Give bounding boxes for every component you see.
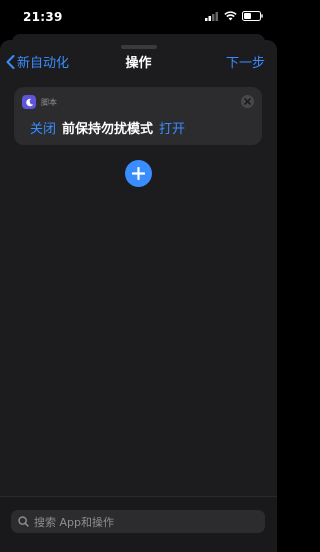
status-bar: 21:39	[0, 0, 277, 34]
action-sentence: 关闭 前保持勿扰模式 打开	[30, 118, 185, 137]
search-placeholder: 搜索 App和操作	[34, 515, 114, 529]
remove-action-button[interactable]	[241, 95, 254, 108]
battery-icon	[242, 11, 263, 21]
plus-icon	[132, 167, 145, 180]
close-icon	[244, 98, 251, 105]
actions-sheet: 新自动化 操作 下一步 脚本 关闭 前保持勿扰模式 打开 搜索 App和操作	[0, 40, 277, 552]
search-icon	[18, 516, 29, 527]
action-text: 前保持勿扰模式	[62, 122, 154, 137]
search-input[interactable]: 搜索 App和操作	[11, 510, 265, 533]
toggle-verb-token[interactable]: 关闭	[30, 118, 56, 137]
moon-icon	[25, 98, 33, 106]
status-icons	[205, 11, 263, 21]
next-button[interactable]: 下一步	[226, 52, 265, 71]
search-bar-container: 搜索 App和操作	[0, 496, 277, 552]
action-card-header: 脚本	[22, 95, 57, 109]
script-moon-icon	[22, 95, 36, 109]
action-card[interactable]: 脚本 关闭 前保持勿扰模式 打开	[14, 87, 262, 145]
cellular-signal-icon	[205, 11, 218, 21]
wifi-icon	[224, 11, 237, 21]
add-action-button[interactable]	[125, 160, 152, 187]
focus-mode-param-token[interactable]: 打开	[159, 118, 185, 137]
status-time: 21:39	[23, 10, 63, 24]
navigation-bar: 新自动化 操作 下一步	[0, 40, 277, 80]
action-category: 脚本	[41, 97, 57, 107]
